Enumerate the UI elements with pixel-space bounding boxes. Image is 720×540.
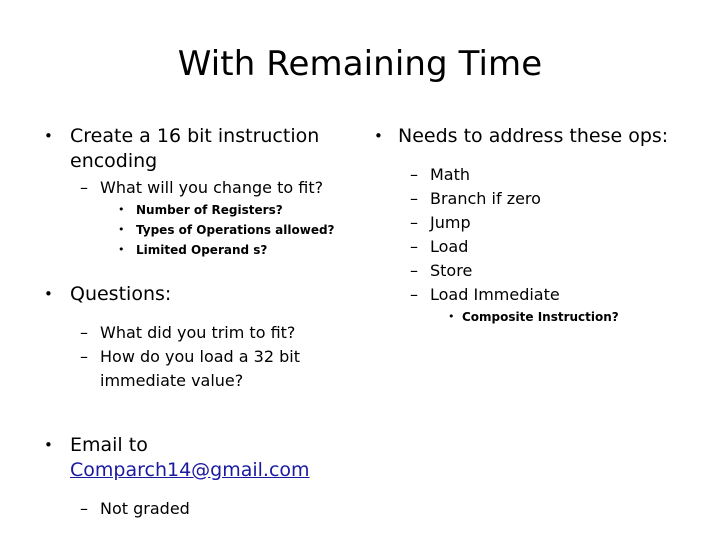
email-hyperlink[interactable]: Comparch14@gmail.com bbox=[70, 459, 310, 481]
bullet-level2-icon: – bbox=[80, 347, 88, 366]
bullet-limited-operands-label: Limited Operand s? bbox=[136, 243, 268, 257]
bullet-level2-icon: – bbox=[410, 261, 418, 280]
bullet-level2-icon: – bbox=[80, 178, 88, 197]
bullet-number-of-registers: • Number of Registers? bbox=[36, 200, 356, 220]
email-to-prefix: Email to bbox=[70, 434, 148, 456]
bullet-op-load-label: Load bbox=[430, 237, 469, 256]
bullet-level2-icon: – bbox=[410, 165, 418, 184]
bullet-number-of-registers-label: Number of Registers? bbox=[136, 203, 283, 217]
bullet-level1-icon: • bbox=[44, 127, 53, 145]
bullet-op-store: – Store bbox=[366, 259, 696, 283]
bullet-what-did-you-trim: – What did you trim to fit? bbox=[36, 321, 356, 345]
bullet-op-branch-if-zero: – Branch if zero bbox=[366, 187, 696, 211]
bullet-what-did-you-trim-label: What did you trim to fit? bbox=[100, 323, 296, 342]
bullet-op-load-immediate: – Load Immediate bbox=[366, 283, 696, 307]
bullet-needs-to-address-ops-label: Needs to address these ops: bbox=[398, 125, 669, 147]
bullet-what-will-you-change-label: What will you change to fit? bbox=[100, 178, 324, 197]
bullet-level3-icon: • bbox=[118, 203, 125, 216]
bullet-questions-label: Questions: bbox=[70, 283, 172, 305]
bullet-level3-icon: • bbox=[448, 310, 455, 323]
bullet-composite-instruction: • Composite Instruction? bbox=[366, 307, 696, 327]
bullet-email-to: • Email to Comparch14@gmail.com bbox=[36, 433, 356, 483]
bullet-op-math: – Math bbox=[366, 163, 696, 187]
bullet-composite-instruction-label: Composite Instruction? bbox=[462, 310, 619, 324]
bullet-level2-icon: – bbox=[410, 189, 418, 208]
bullet-level2-icon: – bbox=[80, 323, 88, 342]
bullet-level3-icon: • bbox=[118, 223, 125, 236]
bullet-op-load: – Load bbox=[366, 235, 696, 259]
bullet-level2-icon: – bbox=[410, 237, 418, 256]
bullet-op-jump-label: Jump bbox=[430, 213, 471, 232]
right-content-placeholder: • Needs to address these ops: – Math – B… bbox=[366, 124, 696, 327]
slide: With Remaining Time • Create a 16 bit in… bbox=[0, 0, 720, 540]
bullet-level3-icon: • bbox=[118, 243, 125, 256]
bullet-not-graded-label: Not graded bbox=[100, 499, 190, 518]
bullet-level2-icon: – bbox=[80, 499, 88, 518]
bullet-limited-operands: • Limited Operand s? bbox=[36, 240, 356, 260]
left-content-placeholder: • Create a 16 bit instruction encoding –… bbox=[36, 124, 356, 521]
bullet-op-jump: – Jump bbox=[366, 211, 696, 235]
bullet-create-encoding-label: Create a 16 bit instruction encoding bbox=[70, 125, 320, 172]
bullet-op-branch-if-zero-label: Branch if zero bbox=[430, 189, 541, 208]
bullet-questions: • Questions: bbox=[36, 282, 356, 307]
bullet-types-of-operations: • Types of Operations allowed? bbox=[36, 220, 356, 240]
bullet-op-math-label: Math bbox=[430, 165, 471, 184]
bullet-how-do-you-load-label: How do you load a 32 bit immediate value… bbox=[100, 347, 300, 390]
bullet-not-graded: – Not graded bbox=[36, 497, 356, 521]
bullet-level2-icon: – bbox=[410, 285, 418, 304]
bullet-what-will-you-change: – What will you change to fit? bbox=[36, 176, 356, 200]
slide-title: With Remaining Time bbox=[177, 44, 543, 84]
bullet-types-of-operations-label: Types of Operations allowed? bbox=[136, 223, 335, 237]
bullet-level1-icon: • bbox=[374, 127, 383, 145]
bullet-level1-icon: • bbox=[44, 285, 53, 303]
bullet-create-encoding: • Create a 16 bit instruction encoding bbox=[36, 124, 356, 174]
bullet-level1-icon: • bbox=[44, 436, 53, 454]
bullet-op-store-label: Store bbox=[430, 261, 473, 280]
bullet-email-to-label: Email to Comparch14@gmail.com bbox=[70, 433, 356, 483]
bullet-needs-to-address-ops: • Needs to address these ops: bbox=[366, 124, 696, 149]
bullet-op-load-immediate-label: Load Immediate bbox=[430, 285, 560, 304]
bullet-how-do-you-load: – How do you load a 32 bit immediate val… bbox=[36, 345, 356, 393]
bullet-level2-icon: – bbox=[410, 213, 418, 232]
